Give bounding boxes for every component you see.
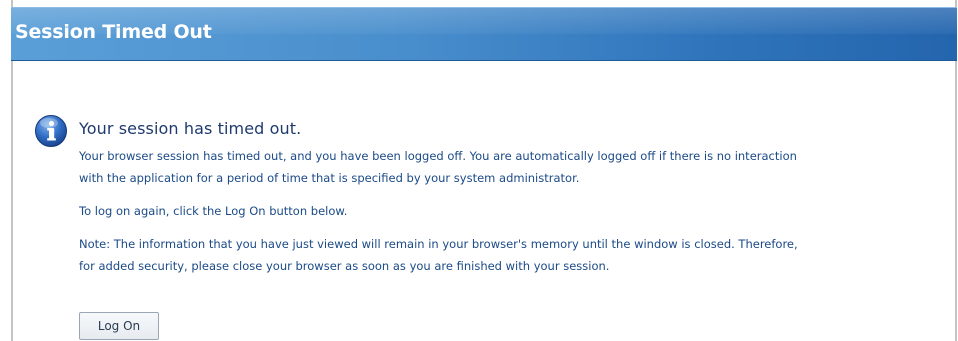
security-note: Note: The information that you have just… [79,233,954,277]
security-note-line2: for added security, please close your br… [79,259,610,273]
timeout-explanation-line2: with the application for a period of tim… [79,171,580,185]
security-note-line1: Note: The information that you have just… [79,237,798,251]
logon-instruction: To log on again, click the Log On button… [79,204,348,218]
timeout-explanation-line1: Your browser session has timed out, and … [79,149,797,163]
info-icon [34,114,68,148]
page-title: Session Timed Out [15,21,212,43]
timeout-explanation: Your browser session has timed out, and … [79,145,954,189]
logon-button[interactable]: Log On [79,312,159,340]
message-heading: Your session has timed out. [79,119,302,138]
title-bar: Session Timed Out [11,7,957,61]
